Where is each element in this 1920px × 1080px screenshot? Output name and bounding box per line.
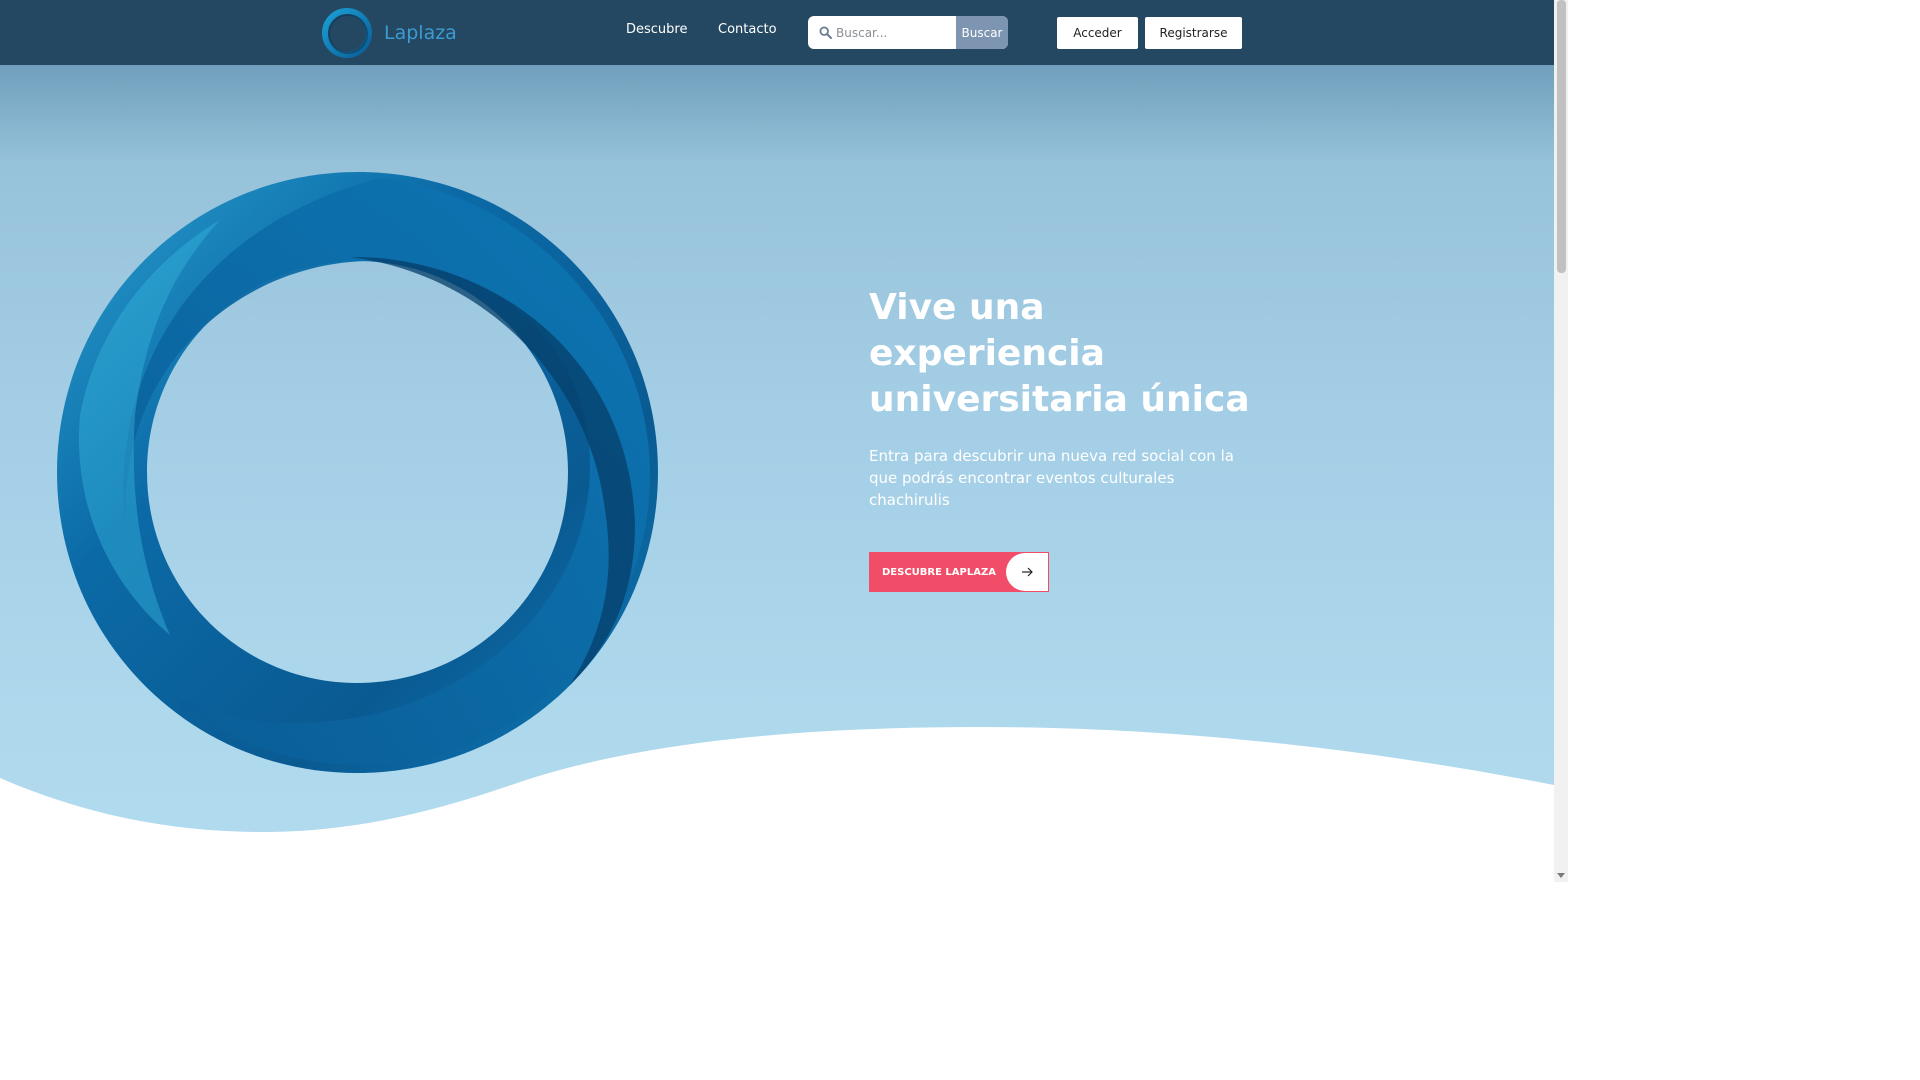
nav-contacto[interactable]: Contacto — [718, 22, 777, 37]
site-header: Laplaza Descubre Contacto Buscar Acceder… — [0, 0, 1554, 65]
register-button[interactable]: Registrarse — [1145, 17, 1242, 49]
wave-divider — [0, 727, 1554, 882]
hero-section: Vive una experiencia universitaria única… — [0, 65, 1554, 882]
search-icon — [808, 16, 832, 49]
scroll-down-icon[interactable] — [1554, 870, 1568, 880]
nav-descubre[interactable]: Descubre — [626, 22, 687, 37]
login-button[interactable]: Acceder — [1057, 17, 1138, 49]
search-input[interactable] — [832, 16, 956, 49]
discover-laplaza-button[interactable]: DESCUBRE LAPLAZA — [869, 552, 1049, 592]
logo-text: Laplaza — [384, 22, 457, 44]
hero-headline: Vive una experiencia universitaria única — [869, 287, 1250, 420]
logo-ring-icon — [322, 8, 372, 58]
page-scrollbar[interactable] — [1554, 0, 1568, 882]
cta-label: DESCUBRE LAPLAZA — [882, 566, 996, 578]
search-button[interactable]: Buscar — [956, 16, 1008, 49]
hero-subtext: Entra para descubrir una nueva red socia… — [869, 447, 1234, 509]
logo-link[interactable]: Laplaza — [320, 5, 460, 61]
search-form: Buscar — [808, 16, 1008, 49]
scroll-thumb[interactable] — [1557, 0, 1566, 273]
arrow-right-icon — [1006, 553, 1048, 591]
